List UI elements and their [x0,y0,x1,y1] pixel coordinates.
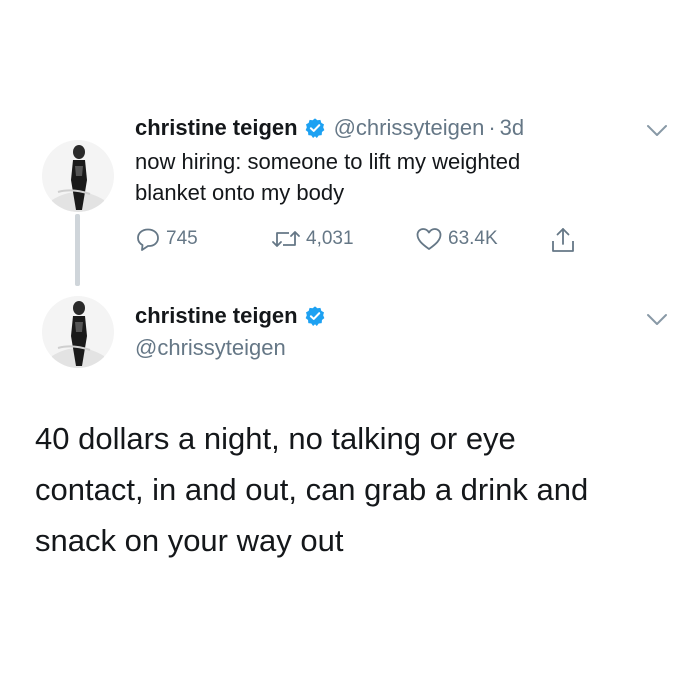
tweet-header: christine teigen [135,303,326,329]
author-name[interactable]: christine teigen [135,115,298,141]
tweet-header: christine teigen @chrissyteigen · 3d [135,115,524,141]
avatar[interactable] [42,296,114,368]
separator-dot: · [488,115,496,140]
reply-icon [137,228,159,251]
share-icon [552,228,574,252]
like-count: 63.4K [448,228,498,249]
tweet-text: 40 dollars a night, no talking or eye co… [35,413,675,566]
thread-connector-line [75,214,80,286]
profile-photo [42,296,114,368]
tweet-text-line: now hiring: someone to lift my weighted [135,149,521,174]
avatar[interactable] [42,140,114,212]
chevron-down-icon[interactable] [646,124,668,138]
tweet-actions: 745 4,031 63.4K [135,226,595,254]
author-handle[interactable]: @chrissyteigen [334,115,485,141]
share-button[interactable] [549,226,577,254]
chevron-down-icon[interactable] [646,313,668,327]
reply-button[interactable]: 745 [135,226,198,252]
verified-badge-icon [305,306,324,326]
heart-icon [416,228,442,250]
retweet-count: 4,031 [306,228,354,249]
tweet-text-line: blanket onto my body [135,180,345,205]
tweet-text-line: snack on your way out [35,523,344,558]
tweet-text-line: contact, in and out, can grab a drink an… [35,472,589,507]
retweet-icon [272,231,300,247]
profile-photo [42,140,114,212]
like-button[interactable]: 63.4K [415,226,498,252]
verified-badge-icon [305,118,324,138]
timestamp[interactable]: 3d [500,115,524,141]
tweet-text: now hiring: someone to lift my weighted … [135,146,655,208]
author-name[interactable]: christine teigen [135,303,298,329]
retweet-button[interactable]: 4,031 [271,226,354,252]
author-handle[interactable]: @chrissyteigen [135,335,286,361]
reply-count: 745 [166,228,198,249]
tweet-text-line: 40 dollars a night, no talking or eye [35,421,516,456]
